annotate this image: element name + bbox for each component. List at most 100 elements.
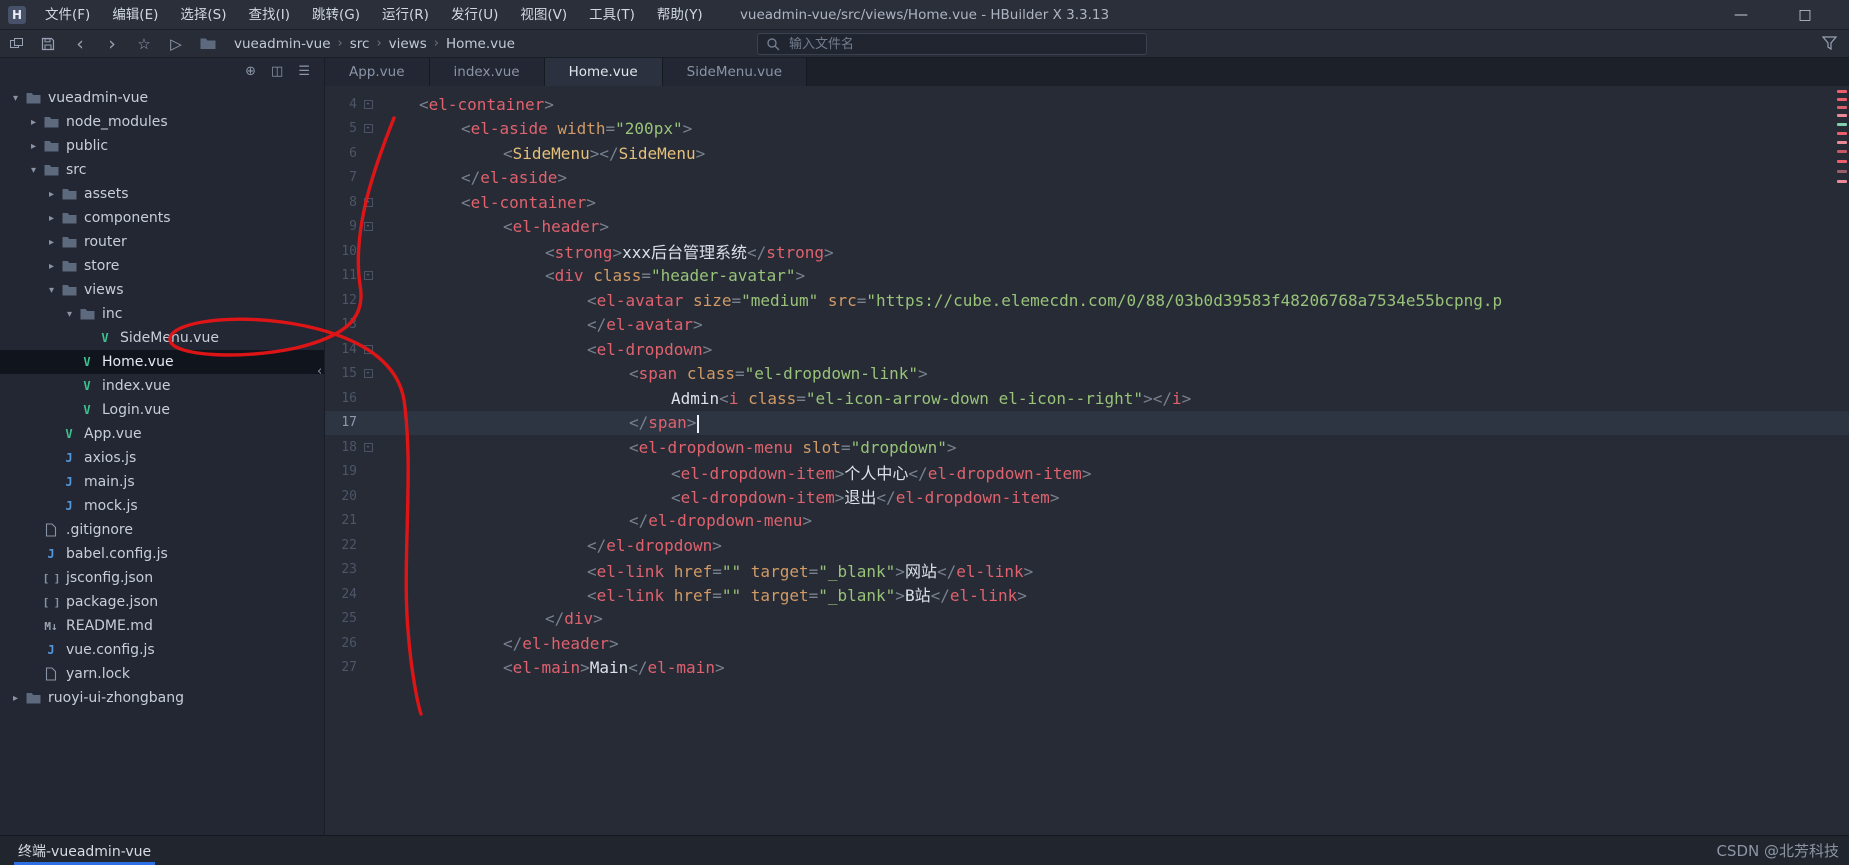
menu-r[interactable]: 运行(R) [371,0,440,30]
fold-marker-icon[interactable]: - [359,442,377,452]
code-line-13[interactable]: 13 </el-avatar> [325,313,1849,338]
nav-forward-icon[interactable]: › [96,30,128,58]
tree-item-assets[interactable]: ▸ assets [0,182,324,206]
tab-home-vue[interactable]: Home.vue [544,58,663,86]
run-icon[interactable]: ▷ [160,30,192,58]
breadcrumb-views[interactable]: views [389,36,427,52]
maximize-icon[interactable]: □ [1795,7,1815,23]
fold-marker-icon[interactable]: - [359,222,377,232]
code-line-19[interactable]: 19 <el-dropdown-item>个人中心</el-dropdown-it… [325,460,1849,485]
code-line-16[interactable]: 16 Admin<i class="el-icon-arrow-down el-i… [325,386,1849,411]
code-line-11[interactable]: 11- <div class="header-avatar"> [325,264,1849,289]
more-menu-icon[interactable]: ☰ [298,64,310,79]
code-line-17[interactable]: 17 </span> [325,410,1849,435]
tree-chevron-icon[interactable]: ▾ [26,165,41,176]
menu-y[interactable]: 帮助(Y) [646,0,714,30]
tree-item-components[interactable]: ▸ components [0,206,324,230]
code-line-5[interactable]: 5- <el-aside width="200px"> [325,117,1849,142]
tab-sidemenu-vue[interactable]: SideMenu.vue [662,58,808,86]
code-line-10[interactable]: 10 <strong>xxx后台管理系统</strong> [325,239,1849,264]
tree-chevron-icon[interactable]: ▾ [62,309,77,320]
breadcrumb-home-vue[interactable]: Home.vue [446,36,515,52]
tree-item-main-js[interactable]: Jmain.js [0,470,324,494]
tree-chevron-icon[interactable]: ▸ [44,213,59,224]
sidebar-collapse-handle[interactable]: ‹ [317,364,322,379]
menu-g[interactable]: 跳转(G) [301,0,371,30]
breadcrumb-src[interactable]: src [350,36,370,52]
fold-marker-icon[interactable]: - [359,124,377,134]
fold-marker-icon[interactable]: - [359,369,377,379]
menu-t[interactable]: 工具(T) [578,0,646,30]
tab-app-vue[interactable]: App.vue [325,58,430,86]
locate-file-icon[interactable]: ⊕ [245,64,256,79]
tree-item-ruoyi-ui-zhongbang[interactable]: ▸ ruoyi-ui-zhongbang [0,686,324,710]
tree-item-public[interactable]: ▸ public [0,134,324,158]
fold-marker-icon[interactable]: - [359,344,377,354]
menu-i[interactable]: 查找(I) [238,0,302,30]
tree-item-babel-config-js[interactable]: Jbabel.config.js [0,542,324,566]
code-line-15[interactable]: 15- <span class="el-dropdown-link"> [325,362,1849,387]
tree-chevron-icon[interactable]: ▸ [26,117,41,128]
code-line-23[interactable]: 23 <el-link href="" target="_blank">网站</e… [325,558,1849,583]
filter-funnel-icon[interactable] [1822,36,1837,50]
fold-marker-icon[interactable]: - [359,99,377,109]
tree-chevron-icon[interactable]: ▸ [44,189,59,200]
tree-item-gitignore[interactable]: .gitignore [0,518,324,542]
tree-item-package-json[interactable]: [ ] package.json [0,590,324,614]
tree-item-src[interactable]: ▾ src [0,158,324,182]
minimize-icon[interactable]: — [1731,7,1751,23]
tree-item-login-vue[interactable]: V Login.vue [0,398,324,422]
tree-chevron-icon[interactable]: ▾ [44,285,59,296]
tree-item-app-vue[interactable]: V App.vue [0,422,324,446]
tree-item-home-vue[interactable]: V Home.vue [0,350,324,374]
code-line-25[interactable]: 25 </div> [325,607,1849,632]
tree-item-axios-js[interactable]: Jaxios.js [0,446,324,470]
code-editor[interactable]: 4- <el-container> 5- <el-aside width="200px… [325,86,1849,835]
code-line-12[interactable]: 12 <el-avatar size="medium" src="https://… [325,288,1849,313]
menu-e[interactable]: 编辑(E) [101,0,169,30]
breadcrumb-vueadmin-vue[interactable]: vueadmin-vue [234,36,331,52]
tree-item-router[interactable]: ▸ router [0,230,324,254]
code-line-4[interactable]: 4- <el-container> [325,92,1849,117]
search-input[interactable] [787,35,1138,53]
minimap-ruler[interactable] [1835,86,1849,835]
fold-marker-icon[interactable]: - [359,197,377,207]
tree-chevron-icon[interactable]: ▸ [44,237,59,248]
save-icon[interactable] [32,30,64,58]
tree-item-mock-js[interactable]: Jmock.js [0,494,324,518]
tree-item-node-modules[interactable]: ▸ node_modules [0,110,324,134]
code-line-9[interactable]: 9- <el-header> [325,215,1849,240]
tree-item-yarn-lock[interactable]: yarn.lock [0,662,324,686]
menu-s[interactable]: 选择(S) [169,0,237,30]
tree-item-jsconfig-json[interactable]: [ ] jsconfig.json [0,566,324,590]
code-line-14[interactable]: 14- <el-dropdown> [325,337,1849,362]
code-line-20[interactable]: 20 <el-dropdown-item>退出</el-dropdown-item… [325,484,1849,509]
menu-v[interactable]: 视图(V) [509,0,578,30]
terminal-tab[interactable]: 终端-vueadmin-vue [14,836,156,865]
tree-chevron-icon[interactable]: ▸ [44,261,59,272]
tree-item-vueadmin-vue[interactable]: ▾ vueadmin-vue [0,86,324,110]
code-line-18[interactable]: 18- <el-dropdown-menu slot="dropdown"> [325,435,1849,460]
code-line-21[interactable]: 21 </el-dropdown-menu> [325,509,1849,534]
tree-item-readme-md[interactable]: M↓ README.md [0,614,324,638]
code-line-8[interactable]: 8- <el-container> [325,190,1849,215]
menu-f[interactable]: 文件(F) [34,0,101,30]
code-line-26[interactable]: 26 </el-header> [325,631,1849,656]
tree-chevron-icon[interactable]: ▾ [8,93,23,104]
tab-index-vue[interactable]: index.vue [429,58,545,86]
tree-item-vue-config-js[interactable]: Jvue.config.js [0,638,324,662]
nav-back-icon[interactable]: ‹ [64,30,96,58]
fold-marker-icon[interactable]: - [359,271,377,281]
tree-item-views[interactable]: ▾ views [0,278,324,302]
code-line-6[interactable]: 6 <SideMenu></SideMenu> [325,141,1849,166]
tree-item-store[interactable]: ▸ store [0,254,324,278]
tree-item-sidemenu-vue[interactable]: V SideMenu.vue [0,326,324,350]
code-line-24[interactable]: 24 <el-link href="" target="_blank">B站</e… [325,582,1849,607]
favorite-star-icon[interactable]: ☆ [128,30,160,58]
code-line-7[interactable]: 7 </el-aside> [325,166,1849,191]
panel-toggle-icon[interactable]: ◫ [271,64,283,79]
switch-window-icon[interactable] [0,30,32,58]
code-line-27[interactable]: 27 <el-main>Main</el-main> [325,656,1849,681]
code-line-22[interactable]: 22 </el-dropdown> [325,533,1849,558]
tree-item-index-vue[interactable]: Vindex.vue [0,374,324,398]
